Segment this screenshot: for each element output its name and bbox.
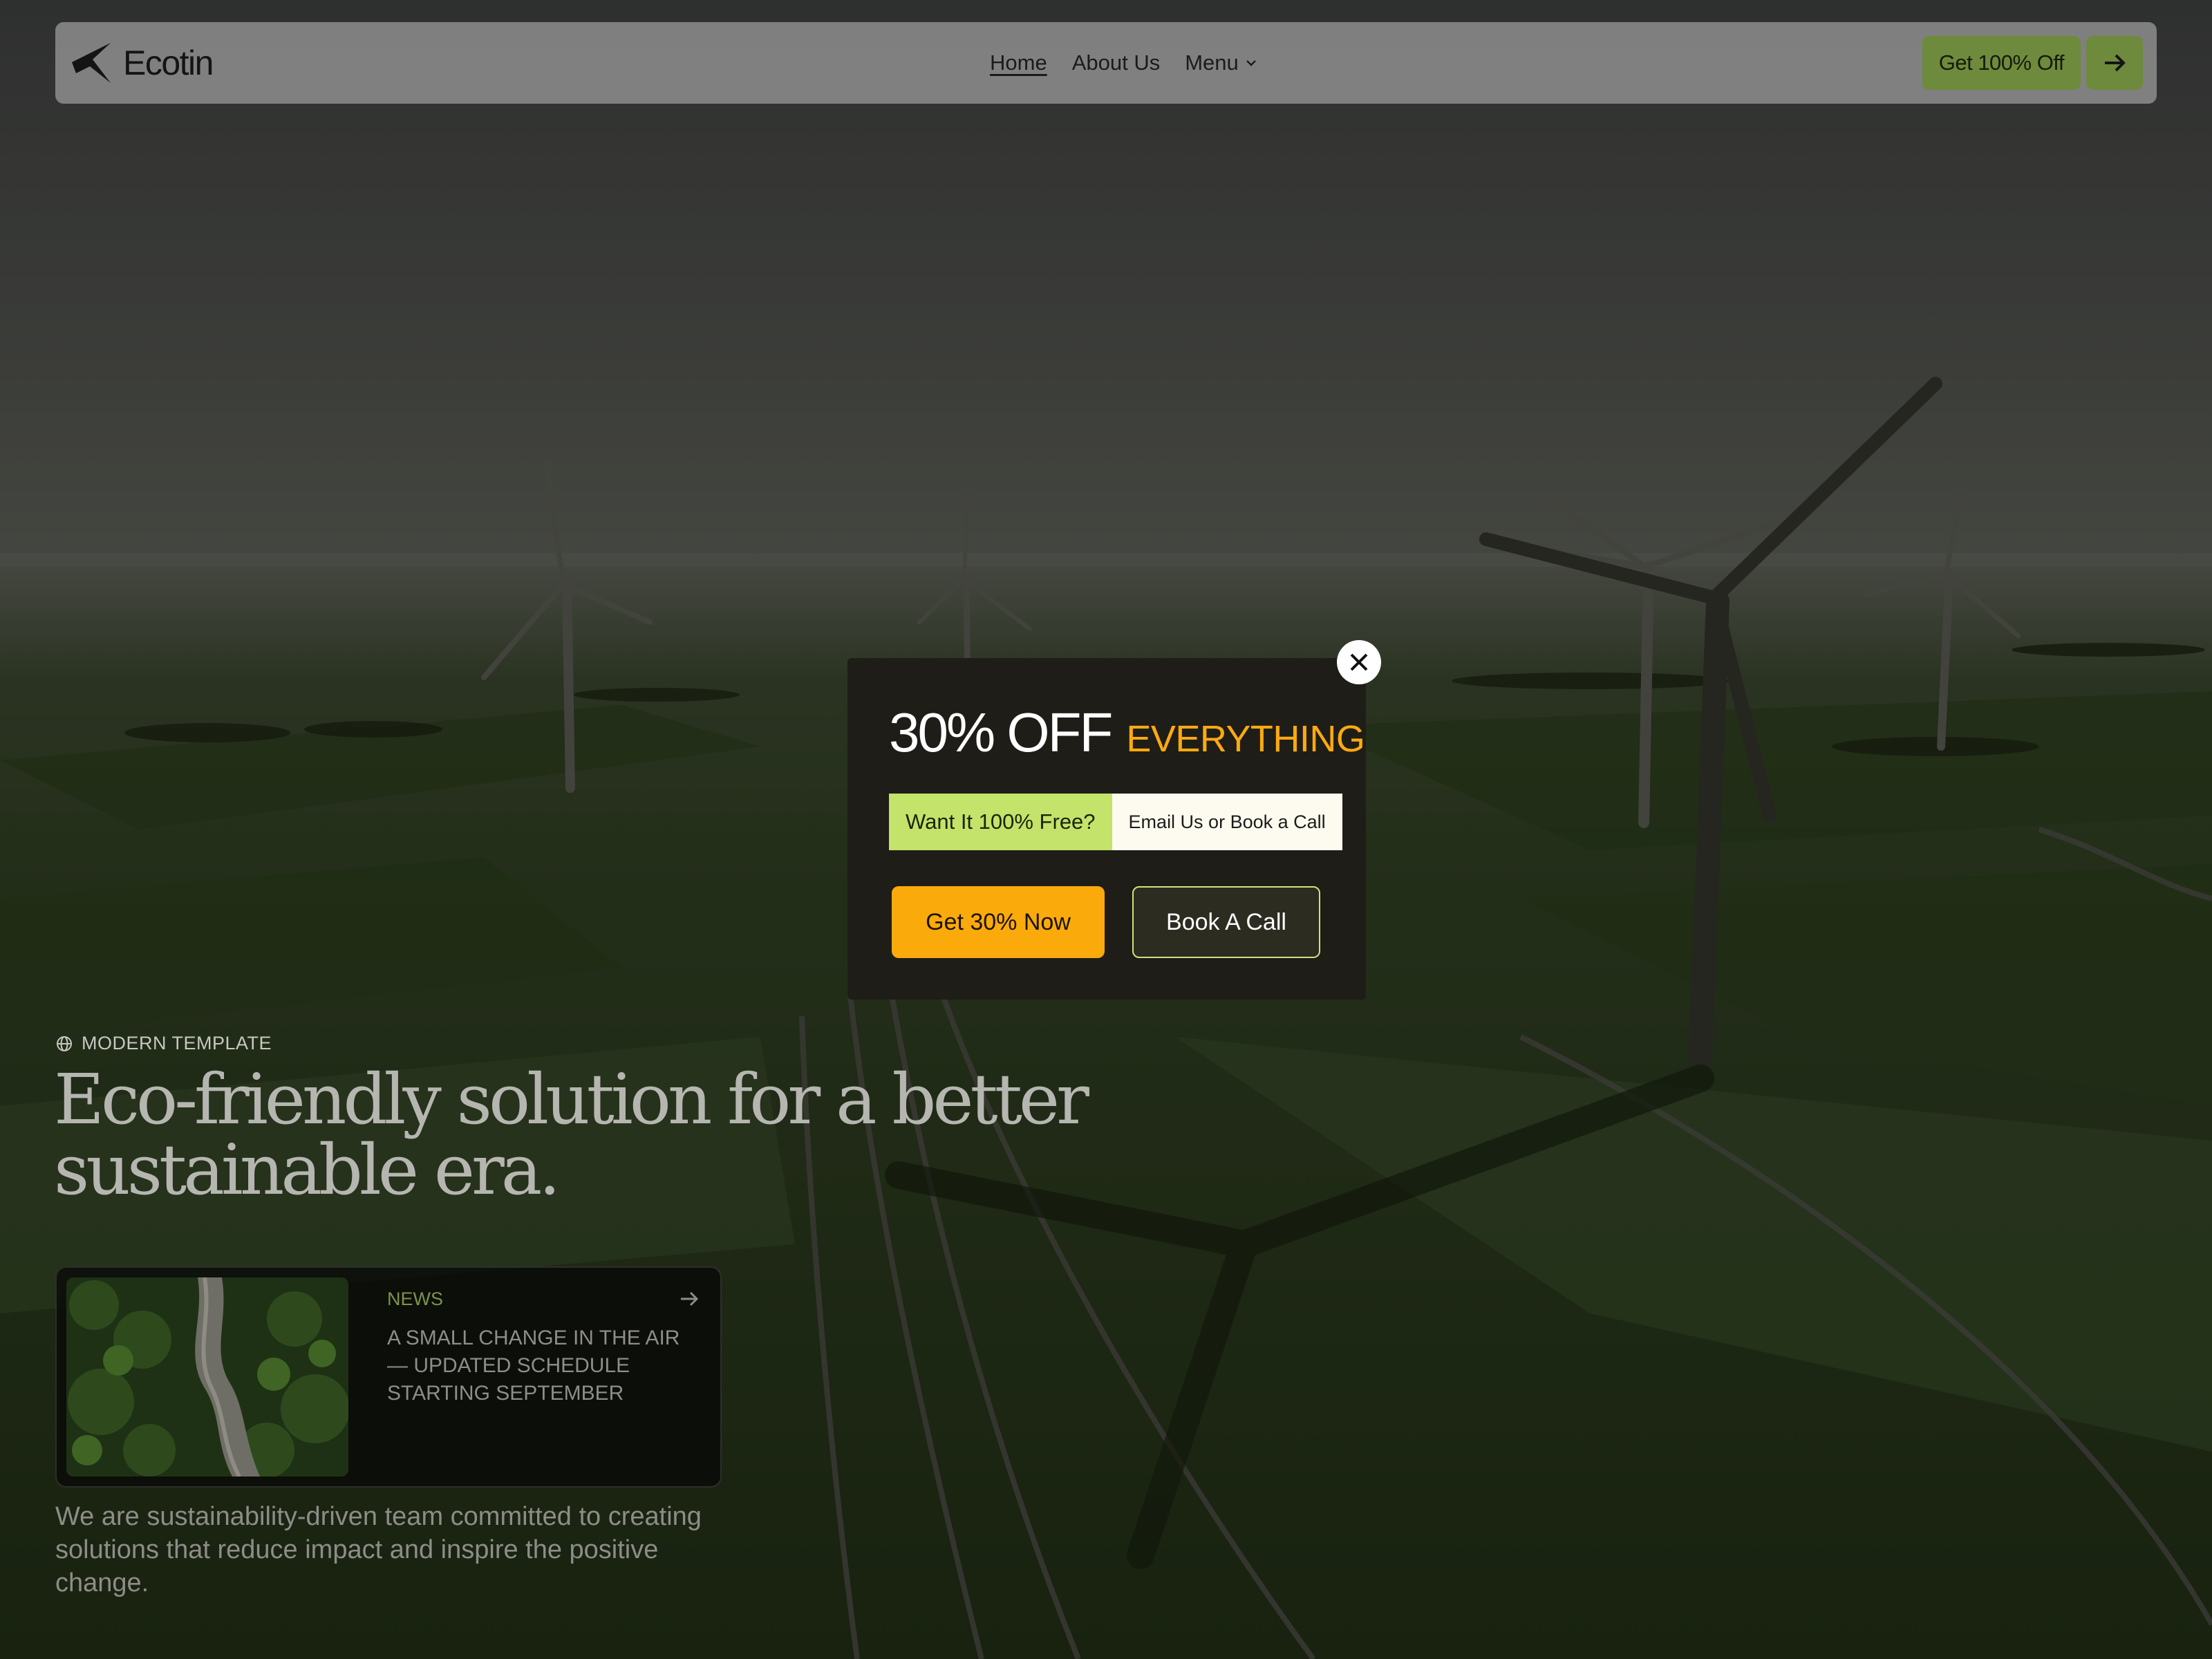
hero-description: We are sustainability-driven team commit… <box>55 1502 702 1597</box>
news-card[interactable]: NEWS A SMALL CHANGE IN THE AIR — UPDATED… <box>55 1266 722 1488</box>
news-thumbnail <box>66 1277 348 1477</box>
brand-logo[interactable]: Ecotin <box>69 37 214 88</box>
hero-tag: MODERN TEMPLATE <box>55 1033 272 1054</box>
close-icon <box>1350 653 1368 671</box>
discount-popup: 30% OFF EVERYTHING Want It 100% Free? Em… <box>847 658 1366 1000</box>
arrow-right-icon[interactable] <box>677 1287 701 1311</box>
popup-offer-pill: Want It 100% Free? Email Us or Book a Ca… <box>889 794 1342 850</box>
cta-arrow-button[interactable] <box>2086 36 2143 90</box>
nav-link-about-us[interactable]: About Us <box>1072 50 1161 75</box>
nav-links: Home About Us Menu <box>990 22 1258 104</box>
chevron-down-icon <box>1246 60 1256 66</box>
popup-headline: 30% OFF EVERYTHING <box>889 701 1365 765</box>
news-title[interactable]: A SMALL CHANGE IN THE AIR — UPDATED SCHE… <box>387 1324 691 1407</box>
book-a-call-button[interactable]: Book A Call <box>1132 886 1320 958</box>
brand-name: Ecotin <box>123 44 214 82</box>
hero-tag-label: MODERN TEMPLATE <box>82 1033 272 1053</box>
popup-question-pill: Want It 100% Free? <box>889 794 1112 850</box>
get-100-off-button[interactable]: Get 100% Off <box>1922 36 2081 90</box>
top-navbar: Ecotin Home About Us Menu Get 100% Off <box>55 22 2157 104</box>
arrow-right-icon <box>2105 54 2126 72</box>
hero-title: Eco-friendly solution for a better susta… <box>54 1059 1089 1210</box>
popup-headline-main: 30% OFF <box>889 702 1113 763</box>
nav-cta-group: Get 100% Off <box>1922 36 2143 90</box>
get-30-now-button[interactable]: Get 30% Now <box>892 886 1105 958</box>
logo-icon <box>72 43 111 83</box>
news-category: NEWS <box>387 1288 443 1309</box>
popup-close-button[interactable] <box>1337 640 1381 684</box>
nav-menu-dropdown[interactable]: Menu <box>1185 50 1258 75</box>
popup-answer-pill: Email Us or Book a Call <box>1112 794 1342 850</box>
nav-link-home[interactable]: Home <box>990 50 1047 75</box>
popup-headline-accent: EVERYTHING <box>1126 718 1365 760</box>
globe-icon <box>57 1035 72 1051</box>
nav-menu-label: Menu <box>1185 50 1239 75</box>
